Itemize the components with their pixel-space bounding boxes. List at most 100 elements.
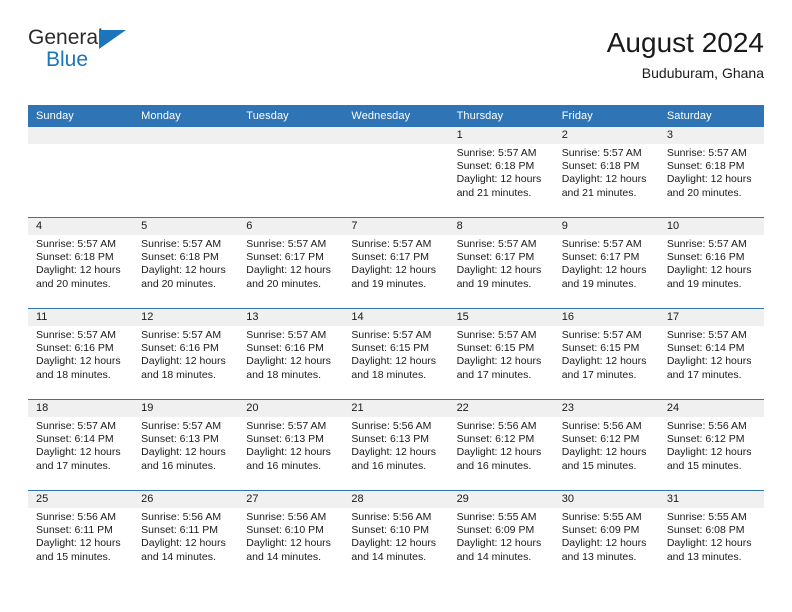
day-number: 27: [238, 491, 344, 508]
day-details: Sunrise: 5:55 AM Sunset: 6:09 PM Daylight:…: [449, 508, 554, 564]
day-number: 12: [133, 309, 239, 326]
sunset-time: Sunset: 6:17 PM: [561, 251, 640, 264]
daylight-duration-cont: and 18 minutes.: [246, 368, 321, 381]
day-details: Sunrise: 5:57 AM Sunset: 6:16 PM Daylight:…: [659, 235, 764, 291]
calendar-cell: 31 Sunrise: 5:55 AM Sunset: 6:08 PM Dayligh…: [658, 490, 764, 581]
sunrise-time: Sunrise: 5:57 AM: [36, 420, 116, 432]
calendar-day[interactable]: 18 Sunrise: 5:57 AM Sunset: 6:14 PM Dayligh…: [28, 400, 134, 490]
day-number: 4: [28, 218, 134, 235]
calendar-day[interactable]: 31 Sunrise: 5:55 AM Sunset: 6:08 PM Dayligh…: [658, 491, 764, 581]
daylight-duration-cont: and 16 minutes.: [246, 459, 321, 472]
calendar-day[interactable]: 4 Sunrise: 5:57 AM Sunset: 6:18 PM Daylight…: [28, 218, 134, 308]
sunrise-time: Sunrise: 5:56 AM: [36, 511, 116, 523]
calendar-day[interactable]: 7 Sunrise: 5:57 AM Sunset: 6:17 PM Daylight…: [343, 218, 449, 308]
calendar-day[interactable]: 12 Sunrise: 5:57 AM Sunset: 6:16 PM Dayligh…: [133, 309, 239, 399]
daylight-duration: Daylight: 12 hours: [351, 446, 437, 459]
calendar-day[interactable]: 6 Sunrise: 5:57 AM Sunset: 6:17 PM Daylight…: [238, 218, 344, 308]
sunset-time: Sunset: 6:08 PM: [666, 524, 745, 537]
daylight-duration-cont: and 19 minutes.: [561, 277, 637, 290]
calendar-day[interactable]: 27 Sunrise: 5:56 AM Sunset: 6:10 PM Dayligh…: [238, 491, 344, 581]
sunrise-time: Sunrise: 5:56 AM: [141, 511, 222, 523]
day-number: [133, 127, 239, 144]
calendar-cell: 12 Sunrise: 5:57 AM Sunset: 6:16 PM Dayligh…: [133, 308, 239, 400]
calendar-day[interactable]: 13 Sunrise: 5:57 AM Sunset: 6:16 PM Dayligh…: [238, 309, 344, 399]
sunset-time: Sunset: 6:09 PM: [561, 524, 640, 537]
sunset-time: Sunset: 6:18 PM: [141, 251, 219, 264]
day-details: Sunrise: 5:57 AM Sunset: 6:17 PM Daylight:…: [238, 235, 343, 291]
calendar-day[interactable]: 20 Sunrise: 5:57 AM Sunset: 6:13 PM Dayligh…: [238, 400, 344, 490]
calendar-day[interactable]: 19 Sunrise: 5:57 AM Sunset: 6:13 PM Dayligh…: [133, 400, 239, 490]
calendar-day[interactable]: 15 Sunrise: 5:57 AM Sunset: 6:15 PM Dayligh…: [448, 309, 554, 399]
day-number: 13: [238, 309, 344, 326]
daylight-duration-cont: and 20 minutes.: [141, 277, 216, 290]
calendar-day[interactable]: 30 Sunrise: 5:55 AM Sunset: 6:09 PM Dayligh…: [553, 491, 659, 581]
sunrise-time: Sunrise: 5:57 AM: [36, 238, 116, 250]
calendar-day[interactable]: 22 Sunrise: 5:56 AM Sunset: 6:12 PM Dayligh…: [448, 400, 554, 490]
daylight-duration: Daylight: 12 hours: [666, 355, 752, 368]
calendar-day[interactable]: 11 Sunrise: 5:57 AM Sunset: 6:16 PM Dayligh…: [28, 309, 134, 399]
day-number: 29: [448, 491, 554, 508]
calendar-day[interactable]: 24 Sunrise: 5:56 AM Sunset: 6:12 PM Dayligh…: [658, 400, 764, 490]
calendar-day[interactable]: 17 Sunrise: 5:57 AM Sunset: 6:14 PM Dayligh…: [658, 309, 764, 399]
sunrise-time: Sunrise: 5:57 AM: [666, 147, 747, 159]
sunset-time: Sunset: 6:15 PM: [456, 342, 535, 355]
daylight-duration: Daylight: 12 hours: [456, 537, 542, 550]
daylight-duration: Daylight: 12 hours: [36, 264, 121, 277]
calendar-body: 1 Sunrise: 5:57 AM Sunset: 6:18 PM Daylight…: [28, 127, 764, 581]
daylight-duration-cont: and 14 minutes.: [456, 550, 532, 563]
sunset-time: Sunset: 6:18 PM: [456, 160, 535, 173]
calendar-day[interactable]: 5 Sunrise: 5:57 AM Sunset: 6:18 PM Daylight…: [133, 218, 239, 308]
weekday-header-thursday: Thursday: [448, 105, 554, 127]
calendar-cell: 27 Sunrise: 5:56 AM Sunset: 6:10 PM Dayligh…: [238, 490, 344, 581]
sunrise-time: Sunrise: 5:57 AM: [351, 329, 432, 341]
calendar-week-row: 11 Sunrise: 5:57 AM Sunset: 6:16 PM Dayligh…: [28, 308, 764, 400]
calendar-cell: 26 Sunrise: 5:56 AM Sunset: 6:11 PM Dayligh…: [133, 490, 239, 581]
daylight-duration-cont: and 16 minutes.: [456, 459, 532, 472]
calendar-day[interactable]: 9 Sunrise: 5:57 AM Sunset: 6:17 PM Daylight…: [553, 218, 659, 308]
sunrise-time: Sunrise: 5:57 AM: [666, 238, 747, 250]
day-details: Sunrise: 5:57 AM Sunset: 6:18 PM Daylight:…: [659, 144, 764, 200]
calendar-day[interactable]: 16 Sunrise: 5:57 AM Sunset: 6:15 PM Dayligh…: [553, 309, 659, 399]
calendar-day[interactable]: 21 Sunrise: 5:56 AM Sunset: 6:13 PM Dayligh…: [343, 400, 449, 490]
calendar-cell: 10 Sunrise: 5:57 AM Sunset: 6:16 PM Dayligh…: [658, 217, 764, 309]
calendar-cell: [28, 127, 134, 218]
sunrise-time: Sunrise: 5:55 AM: [666, 511, 747, 523]
sunrise-time: Sunrise: 5:55 AM: [456, 511, 537, 523]
calendar-cell: 6 Sunrise: 5:57 AM Sunset: 6:17 PM Daylight…: [238, 217, 344, 309]
calendar-day[interactable]: 1 Sunrise: 5:57 AM Sunset: 6:18 PM Daylight…: [448, 127, 554, 217]
sunset-time: Sunset: 6:10 PM: [351, 524, 430, 537]
daylight-duration-cont: and 15 minutes.: [666, 459, 742, 472]
daylight-duration: Daylight: 12 hours: [456, 446, 542, 459]
calendar-cell: 28 Sunrise: 5:56 AM Sunset: 6:10 PM Dayligh…: [343, 490, 449, 581]
calendar-day[interactable]: 2 Sunrise: 5:57 AM Sunset: 6:18 PM Daylight…: [553, 127, 659, 217]
day-number: 6: [238, 218, 344, 235]
calendar-day[interactable]: 3 Sunrise: 5:57 AM Sunset: 6:18 PM Daylight…: [658, 127, 764, 217]
sunrise-time: Sunrise: 5:57 AM: [246, 329, 327, 341]
calendar-day[interactable]: 14 Sunrise: 5:57 AM Sunset: 6:15 PM Dayligh…: [343, 309, 449, 399]
calendar-day[interactable]: 25 Sunrise: 5:56 AM Sunset: 6:11 PM Dayligh…: [28, 491, 134, 581]
daylight-duration-cont: and 19 minutes.: [456, 277, 532, 290]
day-details: Sunrise: 5:55 AM Sunset: 6:09 PM Daylight:…: [554, 508, 659, 564]
daylight-duration: Daylight: 12 hours: [456, 173, 542, 186]
calendar-day[interactable]: 23 Sunrise: 5:56 AM Sunset: 6:12 PM Dayligh…: [553, 400, 659, 490]
day-number: 20: [238, 400, 344, 417]
daylight-duration: Daylight: 12 hours: [246, 264, 331, 277]
calendar-week-row: 1 Sunrise: 5:57 AM Sunset: 6:18 PM Daylight…: [28, 127, 764, 218]
calendar-day[interactable]: 26 Sunrise: 5:56 AM Sunset: 6:11 PM Dayligh…: [133, 491, 239, 581]
daylight-duration: Daylight: 12 hours: [561, 355, 647, 368]
brand-logo[interactable]: General Blue: [28, 26, 148, 82]
calendar-cell: 21 Sunrise: 5:56 AM Sunset: 6:13 PM Dayligh…: [343, 399, 449, 491]
calendar-cell: 4 Sunrise: 5:57 AM Sunset: 6:18 PM Daylight…: [28, 217, 134, 309]
day-details: Sunrise: 5:57 AM Sunset: 6:17 PM Daylight:…: [343, 235, 448, 291]
day-details: Sunrise: 5:56 AM Sunset: 6:12 PM Daylight:…: [449, 417, 554, 473]
page-subtitle-location: Buduburam, Ghana: [641, 65, 764, 81]
calendar-day[interactable]: 29 Sunrise: 5:55 AM Sunset: 6:09 PM Dayligh…: [448, 491, 554, 581]
calendar-day[interactable]: 10 Sunrise: 5:57 AM Sunset: 6:16 PM Dayligh…: [658, 218, 764, 308]
daylight-duration-cont: and 14 minutes.: [246, 550, 321, 563]
calendar-day[interactable]: 28 Sunrise: 5:56 AM Sunset: 6:10 PM Dayligh…: [343, 491, 449, 581]
daylight-duration-cont: and 20 minutes.: [36, 277, 111, 290]
calendar-day[interactable]: 8 Sunrise: 5:57 AM Sunset: 6:17 PM Daylight…: [448, 218, 554, 308]
sunset-time: Sunset: 6:16 PM: [36, 342, 114, 355]
day-number: 1: [448, 127, 554, 144]
sunrise-time: Sunrise: 5:55 AM: [561, 511, 642, 523]
